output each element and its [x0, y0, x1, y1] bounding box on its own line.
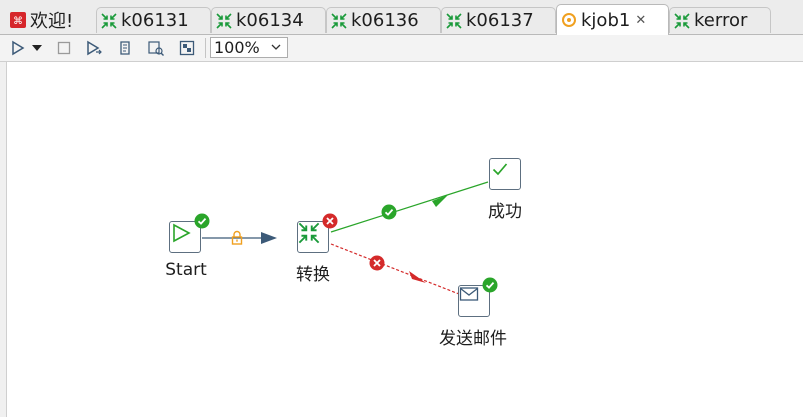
tab-label: 欢迎! [30, 10, 74, 32]
job-icon [562, 13, 576, 27]
stop-icon [57, 41, 71, 55]
chevron-down-icon [271, 44, 281, 50]
checkmark-icon [492, 163, 508, 176]
toolbar-separator [205, 38, 206, 58]
hop-layer [202, 181, 489, 295]
success-check-icon[interactable] [381, 204, 397, 220]
tab-label: k06134 [236, 10, 304, 31]
hop-transform-to-mail[interactable] [330, 243, 460, 295]
grid-button[interactable] [177, 38, 197, 58]
stop-button[interactable] [54, 38, 74, 58]
welcome-icon: ⌘ [10, 11, 26, 28]
tab-label: kjob1 [581, 9, 631, 31]
job-canvas[interactable]: Start 转换 成功 发送邮件 [6, 62, 803, 417]
run-from-button[interactable] [84, 38, 104, 58]
success-check-icon [194, 213, 210, 229]
tab-k06131[interactable]: k06131 [96, 7, 211, 33]
sql-button[interactable] [115, 38, 135, 58]
impact-icon [148, 41, 164, 56]
transformation-icon [101, 12, 117, 29]
job-editor-window: ⌘ 欢迎! k06131 k06134 k06136 k06137 kjob1 … [0, 0, 803, 417]
node-label-start: Start [165, 260, 207, 280]
start-icon [173, 223, 191, 243]
transformation-icon [298, 222, 320, 244]
error-x-icon[interactable] [369, 255, 385, 271]
run-icon [12, 40, 25, 56]
transformation-icon [674, 12, 690, 29]
job-toolbar: 100% [0, 35, 803, 62]
svg-text:⌘: ⌘ [13, 16, 23, 27]
lock-icon[interactable] [229, 230, 245, 246]
hop-arrow [409, 271, 426, 283]
close-icon[interactable]: ✕ [635, 13, 646, 28]
tab-k06136[interactable]: k06136 [326, 7, 441, 33]
success-check-icon [482, 277, 498, 293]
mail-icon [459, 287, 479, 301]
transformation-icon [216, 12, 232, 29]
hop-arrow [261, 232, 277, 244]
node-label-transform: 转换 [296, 265, 330, 285]
sql-icon [120, 41, 130, 55]
error-x-icon [322, 213, 338, 229]
tab-label: k06131 [121, 10, 189, 31]
node-label-mail: 发送邮件 [439, 329, 507, 349]
transformation-icon [331, 12, 347, 29]
run-options-dropdown[interactable] [30, 38, 44, 58]
node-label-success: 成功 [488, 202, 522, 222]
run-from-icon [87, 40, 102, 56]
tab-kerror[interactable]: kerror [669, 7, 771, 33]
tab-k06137[interactable]: k06137 [441, 7, 556, 33]
transformation-icon [446, 12, 462, 29]
run-options-icon [32, 45, 42, 51]
impact-button[interactable] [146, 38, 166, 58]
zoom-select[interactable]: 100% [210, 37, 288, 58]
tab-label: k06137 [466, 10, 534, 31]
hop-transform-to-success[interactable] [330, 181, 489, 233]
zoom-value: 100% [214, 38, 260, 57]
editor-tab-bar: ⌘ 欢迎! k06131 k06134 k06136 k06137 kjob1 … [0, 0, 803, 35]
node-success[interactable] [489, 158, 521, 190]
tab-label: kerror [694, 10, 748, 31]
run-button[interactable] [8, 38, 28, 58]
tab-welcome[interactable]: ⌘ 欢迎! [6, 5, 94, 34]
tab-k06134[interactable]: k06134 [211, 7, 326, 33]
tab-label: k06136 [351, 10, 419, 31]
tab-kjob1[interactable]: kjob1 ✕ [556, 4, 669, 35]
grid-icon [179, 40, 195, 56]
